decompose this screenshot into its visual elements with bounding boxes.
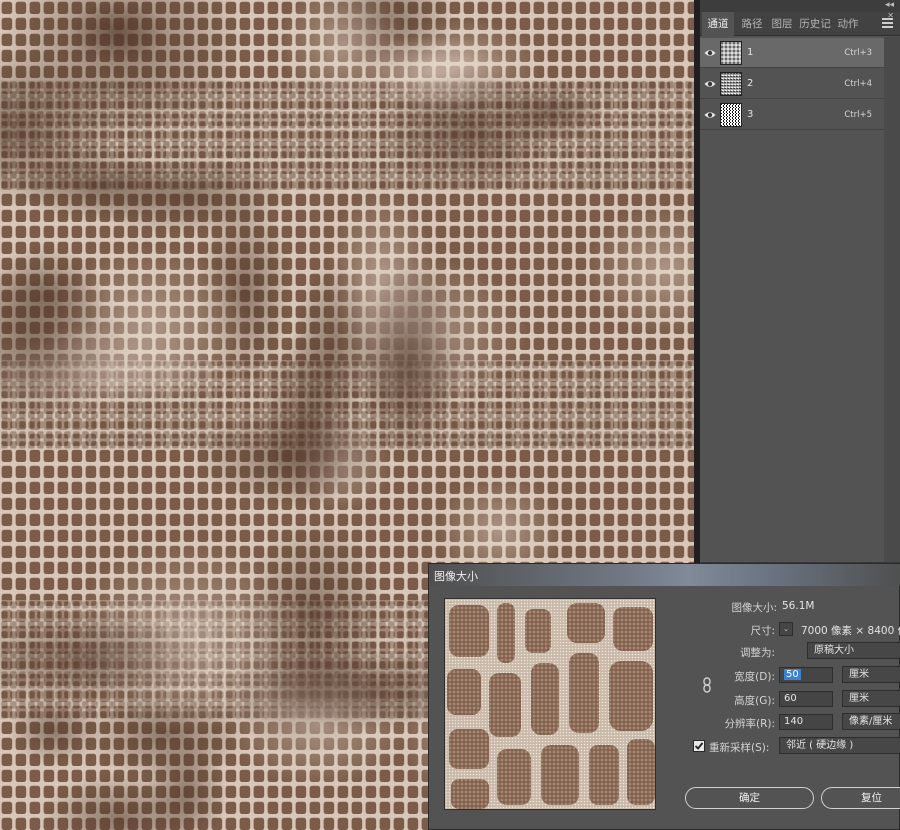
- channel-thumbnail: [720, 72, 742, 96]
- resolution-input[interactable]: 140: [779, 714, 833, 730]
- dimensions-label: 尺寸:: [750, 625, 775, 637]
- channel-thumbnail: [720, 41, 742, 65]
- channel-name: 2: [747, 78, 754, 89]
- channel-row-3[interactable]: 3 Ctrl+5: [700, 100, 884, 130]
- resample-label: 重新采样(S):: [709, 742, 770, 754]
- checkbox-icon: [694, 742, 704, 750]
- tab-history[interactable]: 历史记: [797, 12, 833, 36]
- resolution-label: 分辨率(R):: [724, 718, 775, 730]
- dimensions-value: 7000 像素 × 8400 像: [801, 625, 900, 637]
- close-icon[interactable]: ✕: [887, 11, 894, 20]
- tab-actions[interactable]: 动作: [833, 12, 863, 36]
- dialog-title-bar[interactable]: 图像大小: [429, 564, 900, 586]
- image-size-value: 56.1M: [782, 600, 815, 612]
- height-label: 高度(G):: [734, 695, 775, 707]
- channel-shortcut: Ctrl+5: [844, 110, 872, 120]
- height-input[interactable]: 60: [779, 691, 833, 707]
- eye-icon[interactable]: [704, 47, 716, 59]
- resample-method-dropdown[interactable]: 邻近 ( 硬边缘 ): [779, 737, 900, 754]
- image-size-dialog: 图像大小 图像大小: 56.1M 尺寸: ⌄ 7000 像素 × 8400 像 …: [428, 563, 900, 830]
- tab-layers[interactable]: 图层: [767, 12, 797, 36]
- channels-panel: ◂◂ 通道 路径 图层 历史记 动作 1 Ctrl+3 2 Ctrl+4 3 C…: [700, 0, 900, 562]
- width-input[interactable]: 50: [779, 667, 833, 683]
- channel-row-2[interactable]: 2 Ctrl+4: [700, 69, 884, 99]
- preview-image[interactable]: [444, 598, 656, 810]
- dimensions-dropdown-button[interactable]: ⌄: [779, 622, 793, 636]
- fit-to-label: 调整为:: [739, 647, 775, 659]
- panel-tab-bar: 通道 路径 图层 历史记 动作: [700, 12, 900, 37]
- dialog-title: 图像大小: [434, 570, 478, 583]
- width-value: 50: [784, 669, 801, 680]
- collapse-icon[interactable]: ◂◂: [885, 0, 894, 10]
- eye-icon[interactable]: [704, 109, 716, 121]
- height-unit-dropdown[interactable]: 厘米: [842, 690, 900, 707]
- channel-row-1[interactable]: 1 Ctrl+3: [700, 38, 884, 68]
- reset-button[interactable]: 复位: [821, 787, 900, 809]
- panel-header-bar: ◂◂: [700, 0, 900, 12]
- channel-shortcut: Ctrl+4: [844, 79, 872, 89]
- width-unit-dropdown[interactable]: 厘米: [842, 666, 900, 683]
- image-size-label: 图像大小:: [731, 602, 777, 614]
- tab-paths[interactable]: 路径: [737, 12, 767, 36]
- channel-shortcut: Ctrl+3: [844, 48, 872, 58]
- tab-channels[interactable]: 通道: [702, 12, 734, 37]
- width-label: 宽度(D):: [734, 671, 775, 683]
- channel-thumbnail: [720, 103, 742, 127]
- panel-scrollbar[interactable]: [884, 37, 900, 562]
- ok-button[interactable]: 确定: [685, 787, 814, 809]
- resolution-unit-dropdown[interactable]: 像素/厘米: [842, 713, 900, 730]
- resample-checkbox[interactable]: [693, 740, 705, 752]
- eye-icon[interactable]: [704, 78, 716, 90]
- fit-to-dropdown[interactable]: 原稿大小: [807, 642, 900, 659]
- channel-name: 3: [747, 109, 754, 120]
- channel-name: 1: [747, 47, 754, 58]
